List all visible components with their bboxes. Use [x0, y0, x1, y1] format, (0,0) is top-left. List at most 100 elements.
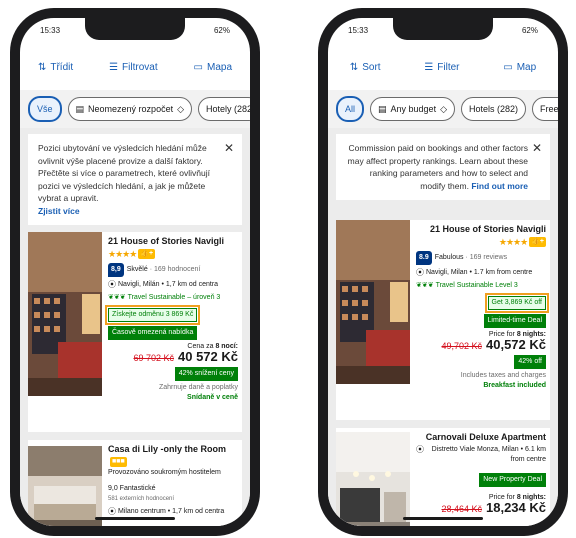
hotel-photo: [336, 432, 410, 526]
external-review-count: 581 externích hodnocení: [108, 495, 175, 502]
hotel-details: Casa di Lily -only the Room ■■■ Provozov…: [108, 444, 238, 520]
filter-chips-bar: All ▤Any budget◇ Hotels (282) Free c: [328, 90, 558, 128]
sort-label: Třídit: [50, 61, 74, 73]
breakfast-note: Snídaně v ceně: [187, 393, 238, 401]
phone-screen: 15:33 62% ⇅ Sort ☰ Filter ▭ Map All ▤ Any bu…: [328, 18, 558, 526]
sort-button[interactable]: ⇅ Třídit: [38, 62, 73, 73]
hotel-photo: [28, 232, 102, 396]
status-battery: 62%: [521, 25, 538, 35]
filter-label: Filtrovat: [122, 61, 158, 73]
location-pin-icon: ⦿: [416, 267, 424, 277]
map-button[interactable]: ▭ Mapa: [194, 62, 232, 73]
preferred-plus-icon: 👍+: [138, 249, 156, 259]
limited-deal-badge: Časově omezená nabídka: [108, 325, 198, 340]
new-property-badge: New Property Deal: [479, 473, 546, 487]
status-time: 15:33: [348, 25, 369, 35]
map-label: Mapa: [207, 61, 233, 73]
results-toolbar: ⇅ Sort ☰ Filter ▭ Map: [328, 58, 558, 76]
hotel-name[interactable]: Carnovali Deluxe Apartment: [416, 432, 546, 442]
chip-hotels[interactable]: Hotels (282): [461, 97, 527, 121]
rating-squares-icon: ■■■: [110, 457, 127, 467]
old-price: 69 702 Kč: [133, 352, 174, 363]
review-score: 8.9: [416, 250, 432, 265]
filter-icon: ☰: [109, 61, 119, 73]
map-label: Map: [516, 61, 537, 73]
filter-icon: ☰: [424, 61, 434, 73]
sort-button[interactable]: ⇅ Sort: [350, 62, 381, 73]
review-score-line: 9,0 Fantastické: [108, 484, 156, 492]
hotel-details: 21 House of Stories Navigli ★★★★ 👍+ 8.9 Fa…: [416, 224, 550, 389]
home-indicator: [95, 517, 175, 520]
map-icon: ▭: [193, 61, 203, 73]
old-price: 49,702 Kč: [441, 340, 482, 351]
results-list: ✕ Pozici ubytování ve výsledcích hledání…: [20, 128, 250, 526]
discount-badge: 42% snížení ceny: [174, 366, 238, 381]
preferred-plus-icon: 👍+: [529, 237, 546, 247]
map-icon: ▭: [503, 61, 513, 73]
breakfast-note: Breakfast included: [483, 381, 546, 389]
review-word: Skvělé: [126, 265, 148, 273]
hotel-card[interactable]: Casa di Lily -only the Room ■■■ Provozov…: [28, 440, 242, 526]
status-time: 15:33: [40, 25, 61, 35]
current-price: 40 572 Kč: [178, 348, 238, 364]
review-count: 169 hodnocení: [153, 265, 201, 273]
hotel-location: Navigli, Milán • 1,7 km od centra: [117, 280, 219, 288]
old-price: 28,464 Kč: [441, 504, 482, 514]
hosted-by-note: Provozováno soukromým hostitelem: [108, 468, 221, 476]
hotel-location: Navigli, Milan • 1.7 km from centre: [425, 268, 533, 276]
hotel-details: Carnovali Deluxe Apartment ⦿ Distretto V…: [416, 432, 546, 516]
hotel-photo: [28, 446, 102, 526]
learn-more-link[interactable]: Find out more: [471, 181, 528, 191]
star-rating-icon: ★★★★: [498, 237, 528, 247]
close-icon[interactable]: ✕: [224, 142, 234, 155]
results-list: ✕ Commission paid on bookings and other …: [328, 128, 558, 526]
hotel-card[interactable]: Carnovali Deluxe Apartment ⦿ Distretto V…: [336, 428, 550, 526]
location-pin-icon: ⦿: [108, 279, 116, 289]
phone-czech: 15:33 62% ⇅ Třídit ☰ Filtrovat ▭ Mapa Vše ▤…: [10, 8, 260, 536]
results-toolbar: ⇅ Třídit ☰ Filtrovat ▭ Mapa: [20, 58, 250, 76]
phone-screen: 15:33 62% ⇅ Třídit ☰ Filtrovat ▭ Mapa Vše ▤…: [20, 18, 250, 526]
hotel-name[interactable]: 21 House of Stories Navigli: [416, 224, 546, 234]
wallet-icon: ▤: [378, 103, 387, 114]
sort-label: Sort: [362, 61, 381, 73]
star-rating-icon: ★★★★: [108, 249, 137, 259]
leaf-icon: ❦❦❦: [416, 281, 434, 289]
chip-free-cancellation[interactable]: Free c: [532, 97, 558, 121]
review-count: 169 reviews: [469, 253, 508, 261]
chevron-down-icon: ◇: [440, 103, 447, 114]
hotel-name[interactable]: Casa di Lily -only the Room: [108, 444, 238, 454]
hotel-location: Milano centrum • 1,7 km od centra: [117, 507, 225, 515]
sustainable-label: Travel Sustainable Level 3: [435, 281, 518, 289]
chip-budget[interactable]: ▤ Neomezený rozpočet ◇: [67, 97, 192, 121]
taxes-note: Zahrnuje daně a poplatky: [159, 383, 238, 391]
close-icon[interactable]: ✕: [532, 142, 542, 155]
ranking-info-text: Pozici ubytování ve výsledcích hledání m…: [38, 143, 210, 203]
hotel-photo: [336, 220, 410, 384]
filter-button[interactable]: ☰ Filter: [424, 62, 459, 73]
wallet-icon: ▤: [75, 103, 85, 114]
filter-chips-bar: Vše ▤ Neomezený rozpočet ◇ Hotely (282: [20, 90, 250, 128]
limited-deal-badge: Limited-time Deal: [483, 313, 546, 328]
map-button[interactable]: ▭ Map: [503, 62, 536, 73]
chip-all[interactable]: All: [336, 96, 365, 122]
ranking-info-box: ✕ Commission paid on bookings and other …: [336, 134, 550, 200]
review-score: 8,9: [108, 262, 124, 277]
phone-notch: [85, 18, 185, 40]
sustainable-label: Travel Sustainable – úroveň 3: [127, 293, 221, 301]
chip-hotels[interactable]: Hotely (282: [198, 97, 250, 121]
filter-label: Filter: [437, 61, 460, 73]
hotel-card[interactable]: 21 House of Stories Navigli ★★★★ 👍+ 8.9 Fa…: [336, 220, 550, 420]
filter-button[interactable]: ☰ Filtrovat: [109, 62, 158, 73]
location-pin-icon: ⦿: [108, 506, 116, 516]
chip-all[interactable]: Vše: [28, 96, 62, 122]
chip-budget[interactable]: ▤ Any budget ◇: [370, 97, 455, 121]
ranking-info-box: ✕ Pozici ubytování ve výsledcích hledání…: [28, 134, 242, 225]
home-indicator: [403, 517, 483, 520]
hotel-card[interactable]: 21 House of Stories Navigli ★★★★ 👍+ 8,9 Sk…: [28, 232, 242, 432]
learn-more-link[interactable]: Zjistit více: [38, 206, 80, 216]
hotel-details: 21 House of Stories Navigli ★★★★ 👍+ 8,9 Sk…: [104, 236, 238, 401]
hotel-name[interactable]: 21 House of Stories Navigli: [108, 236, 238, 246]
discount-badge: 42% off: [514, 354, 546, 369]
chip-budget-label: Any budget: [390, 104, 437, 114]
location-pin-icon: ⦿: [416, 445, 424, 454]
